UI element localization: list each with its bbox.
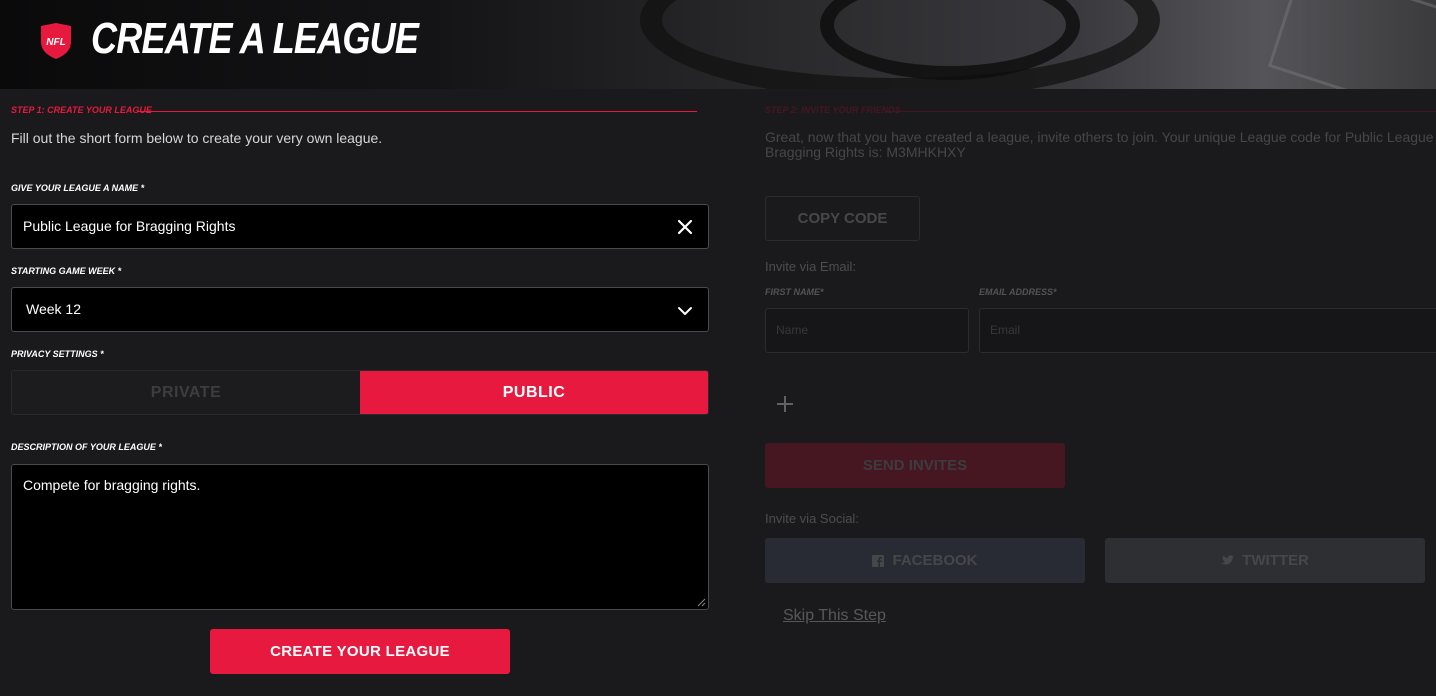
twitter-icon: [1221, 555, 1235, 565]
chevron-down-icon: [678, 307, 692, 315]
privacy-option-private[interactable]: PRIVATE: [12, 371, 360, 414]
add-invite-icon[interactable]: [775, 394, 795, 414]
step2-label: STEP 2: INVITE YOUR FRIENDS: [765, 105, 901, 115]
game-week-label: STARTING GAME WEEK *: [11, 266, 122, 276]
invite-friends-section: STEP 2: INVITE YOUR FRIENDS Great, now t…: [765, 100, 1436, 624]
page-title: CREATE A LEAGUE: [91, 14, 419, 63]
game-week-value: Week 12: [26, 301, 81, 317]
twitter-label: TWITTER: [1242, 552, 1309, 569]
background-panel-graphic: [1267, 0, 1436, 89]
facebook-label: FACEBOOK: [892, 552, 978, 569]
clear-icon[interactable]: [676, 218, 694, 236]
step1-header: STEP 1: CREATE YOUR LEAGUE: [11, 100, 709, 120]
league-name-value: Public League for Bragging Rights: [23, 218, 236, 234]
step1-intro: Fill out the short form below to create …: [11, 130, 383, 146]
header-banner: NFL CREATE A LEAGUE: [0, 0, 1436, 89]
facebook-icon: [872, 554, 885, 567]
step1-divider: [137, 111, 697, 112]
step2-intro: Great, now that you have created a leagu…: [765, 130, 1436, 160]
email-address-label: EMAIL ADDRESS*: [979, 287, 1057, 297]
email-input[interactable]: Email: [979, 308, 1436, 353]
resize-grip-icon[interactable]: [697, 598, 706, 607]
create-league-button[interactable]: CREATE YOUR LEAGUE: [210, 629, 510, 674]
skip-step-link[interactable]: Skip This Step: [783, 607, 886, 625]
step2-intro-line1: Great, now that you have created a leagu…: [765, 129, 1436, 145]
email-placeholder: Email: [990, 323, 1021, 337]
step1-label: STEP 1: CREATE YOUR LEAGUE: [11, 105, 152, 115]
step2-divider: [885, 111, 1436, 112]
copy-code-button[interactable]: COPY CODE: [765, 196, 920, 241]
invite-email-label: Invite via Email:: [765, 259, 857, 274]
first-name-label: FIRST NAME*: [765, 287, 824, 297]
step2-header: STEP 2: INVITE YOUR FRIENDS: [765, 100, 1436, 120]
nfl-logo-icon: NFL: [41, 23, 71, 59]
league-name-input[interactable]: Public League for Bragging Rights: [11, 204, 709, 249]
create-league-form: STEP 1: CREATE YOUR LEAGUE Fill out the …: [11, 100, 709, 674]
step2-intro-line2: Bragging Rights is: M3MHKHXY: [765, 144, 966, 160]
privacy-toggle: PRIVATE PUBLIC: [11, 370, 709, 415]
privacy-label: PRIVACY SETTINGS *: [11, 349, 104, 359]
privacy-option-public[interactable]: PUBLIC: [360, 371, 708, 414]
svg-text:NFL: NFL: [46, 37, 65, 48]
first-name-placeholder: Name: [776, 323, 809, 337]
invite-social-label: Invite via Social:: [765, 511, 859, 526]
send-invites-button[interactable]: SEND INVITES: [765, 443, 1065, 488]
description-value: Compete for bragging rights.: [23, 477, 201, 493]
facebook-button[interactable]: FACEBOOK: [765, 538, 1085, 583]
league-name-label: GIVE YOUR LEAGUE A NAME *: [11, 183, 145, 193]
twitter-button[interactable]: TWITTER: [1105, 538, 1425, 583]
game-week-select[interactable]: Week 12: [11, 287, 709, 332]
first-name-input[interactable]: Name: [765, 308, 969, 353]
description-label: DESCRIPTION OF YOUR LEAGUE *: [11, 442, 162, 452]
description-textarea[interactable]: Compete for bragging rights.: [11, 464, 709, 610]
